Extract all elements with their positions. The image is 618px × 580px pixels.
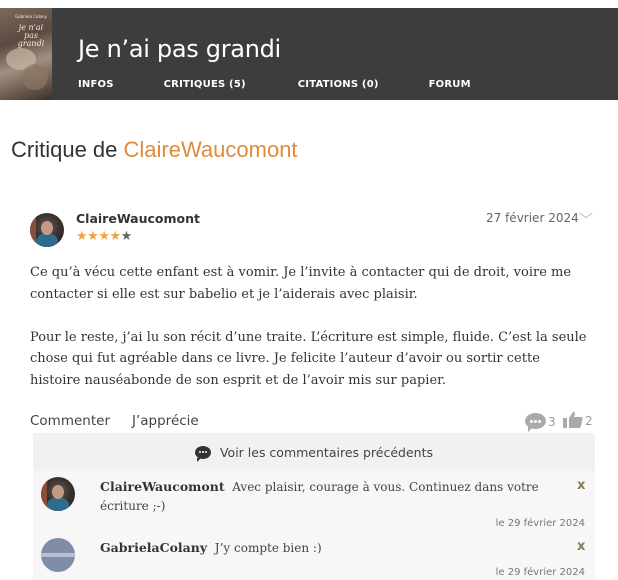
close-icon[interactable]: x [577,478,585,493]
avatar-face [41,221,53,235]
comment-author[interactable]: GabrielaColany [100,540,207,555]
cover-art-detail [22,64,48,90]
comment-content: GabrielaColany J’y compte bien :) [100,538,540,558]
star-filled-icon: ★ [109,229,121,244]
avatar-face [52,485,64,499]
comments-panel: Voir les commentaires précédents ClaireW… [33,433,595,580]
book-tabs: INFOS CRITIQUES (5) CITATIONS (0) FORUM [78,79,471,90]
book-title[interactable]: Je n’ai pas grandi [78,35,281,63]
review-author-name[interactable]: ClaireWaucomont [76,211,200,226]
review-author-avatar[interactable] [30,213,64,247]
comment-author-avatar[interactable] [41,477,75,511]
comment-count[interactable]: 3 [525,413,556,432]
chevron-down-icon[interactable]: ⌵ [579,207,593,222]
avatar-band [41,553,75,557]
review-paragraph: Ce qu’à vécu cette enfant est à vomir. J… [30,265,572,302]
star-empty-icon: ★ [120,229,133,244]
star-filled-icon: ★ [76,229,88,244]
comment-item: GabrielaColany J’y compte bien :) x le 2… [33,532,595,580]
tab-critiques[interactable]: CRITIQUES (5) [164,79,246,90]
comment-date: le 29 février 2024 [495,518,585,529]
book-header: Gabriela Colany je n'ai pas grandi Je n’… [0,8,618,100]
like-count-value: 2 [585,414,593,428]
like-count[interactable]: 2 [563,411,593,428]
page-title: Critique de ClaireWaucomont [11,137,298,163]
review-date: 27 février 2024 [486,211,579,225]
star-filled-icon: ★ [87,229,99,244]
previous-comments-label: Voir les commentaires précédents [219,444,434,460]
comment-content: ClaireWaucomont Avec plaisir, courage à … [100,477,540,516]
cover-title: je n'ai pas grandi [17,23,45,48]
review-rating: ★★★★★ [76,229,132,244]
tab-forum[interactable]: FORUM [429,79,471,90]
page-title-user-link[interactable]: ClaireWaucomont [124,137,298,162]
tab-citations[interactable]: CITATIONS (0) [298,79,379,90]
comment-item: ClaireWaucomont Avec plaisir, courage à … [33,471,595,531]
star-filled-icon: ★ [98,229,110,244]
comment-date: le 29 février 2024 [495,567,585,578]
comment-count-value: 3 [548,415,556,429]
review-paragraph: Pour le reste, j’ai lu son récit d’une t… [30,329,587,388]
review-body: Ce qu’à vécu cette enfant est à vomir. J… [30,262,590,413]
comment-bubble-icon [194,445,211,462]
thumbs-up-icon [563,411,583,428]
cover-author: Gabriela Colany [15,14,47,19]
avatar-body [36,233,58,247]
close-icon[interactable]: x [577,539,585,554]
comment-author-avatar[interactable] [41,538,75,572]
tab-infos[interactable]: INFOS [78,79,114,90]
comment-bubble-icon [525,413,546,432]
like-button[interactable]: J’apprécie [132,413,199,429]
avatar-body [47,497,69,511]
comment-text: J’y compte bien :) [214,541,322,555]
page-title-prefix: Critique de [11,137,118,162]
comment-button[interactable]: Commenter [30,413,110,429]
book-cover[interactable]: Gabriela Colany je n'ai pas grandi [0,8,52,100]
previous-comments-link[interactable]: Voir les commentaires précédents [33,433,595,471]
comment-author[interactable]: ClaireWaucomont [100,479,225,494]
